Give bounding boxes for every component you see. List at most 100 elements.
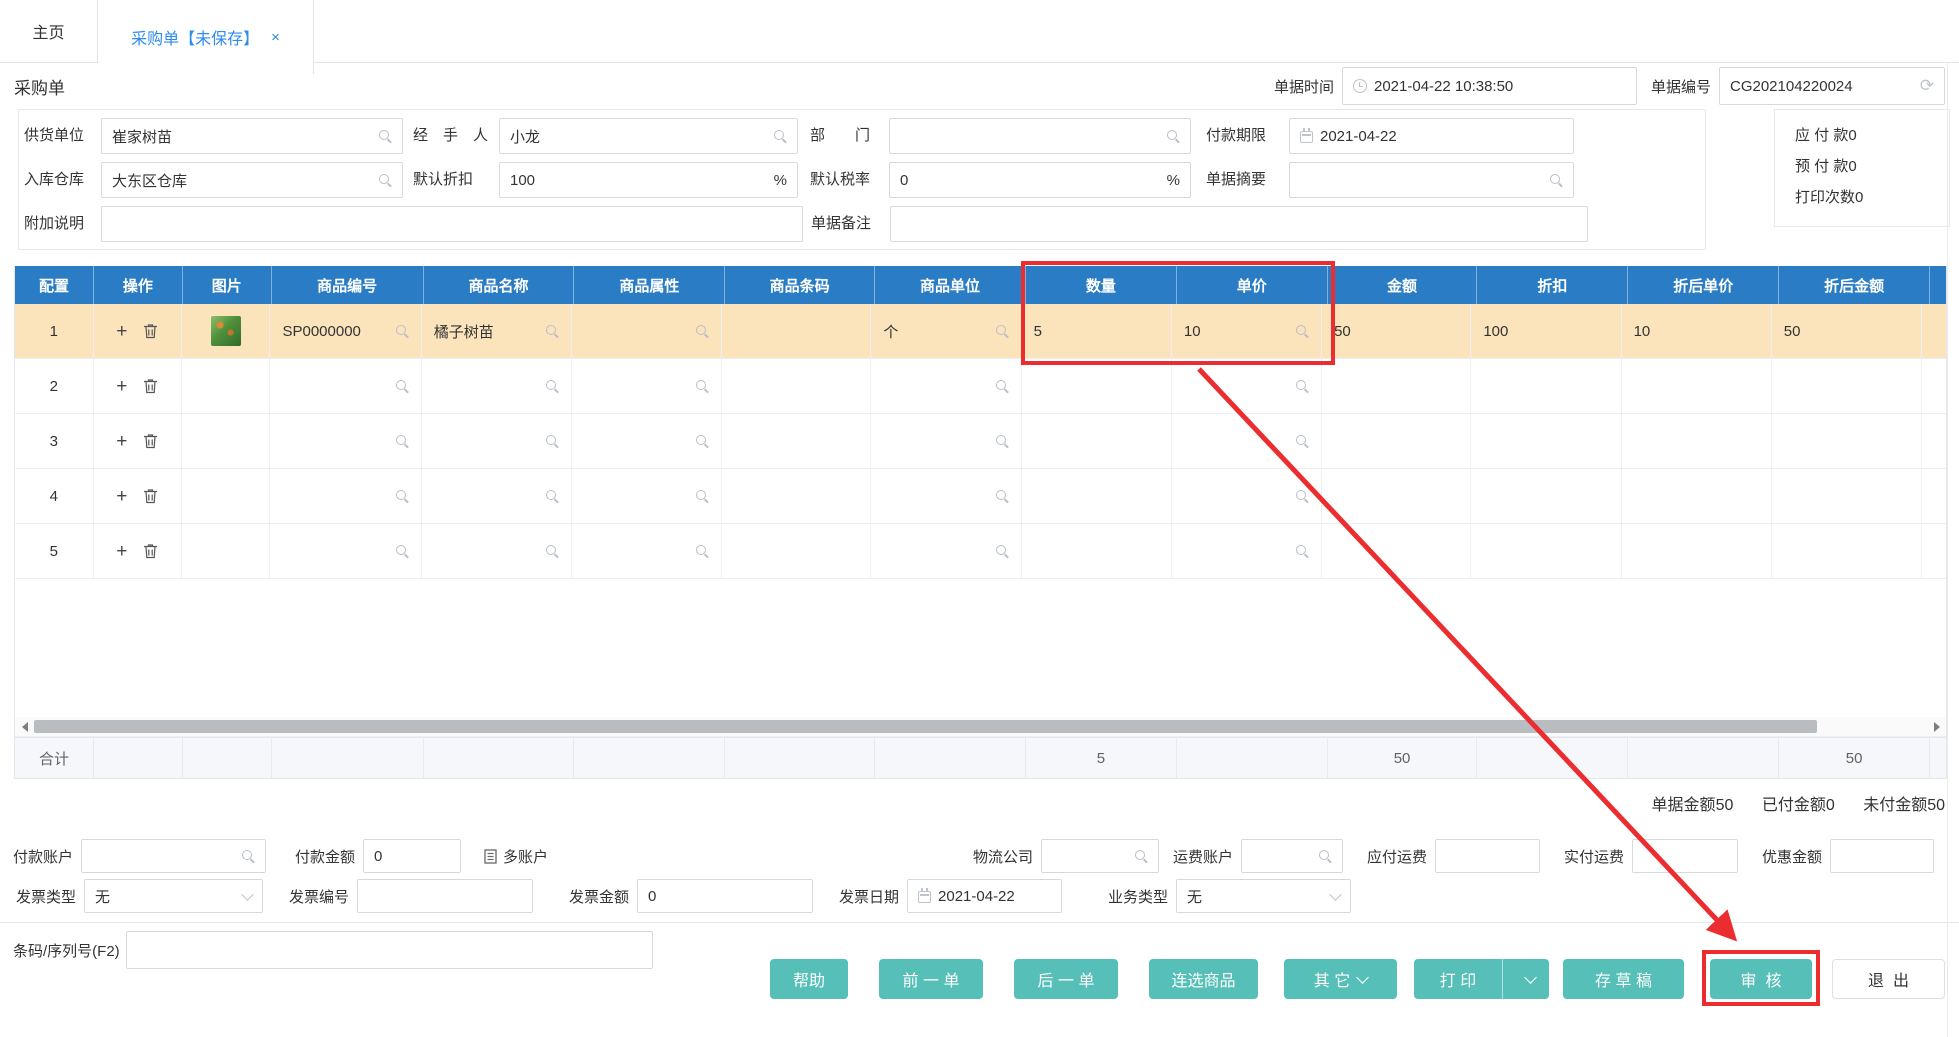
default-discount-field[interactable]: 100 % [499, 162, 798, 198]
search-icon[interactable] [1295, 489, 1309, 503]
cell-product-barcode[interactable] [722, 304, 872, 358]
add-row-icon[interactable] [116, 432, 127, 451]
search-icon[interactable] [995, 489, 1009, 503]
discount-amount-field[interactable] [1830, 839, 1935, 873]
cell-product-code[interactable] [270, 469, 422, 523]
search-icon[interactable] [395, 544, 409, 558]
cell-product-name[interactable] [422, 359, 572, 413]
cell-product-code[interactable] [270, 524, 422, 578]
cell-product-barcode[interactable] [722, 359, 872, 413]
add-row-icon[interactable] [116, 487, 127, 506]
cell-product-attr[interactable] [572, 414, 723, 468]
cell-amount[interactable] [1322, 359, 1472, 413]
save-draft-button[interactable]: 存 草 稿 [1563, 959, 1684, 999]
cell-product-barcode[interactable] [722, 414, 872, 468]
cell-discount[interactable] [1471, 524, 1622, 578]
cell-discount[interactable]: 100 [1471, 304, 1622, 358]
scroll-left-icon[interactable] [15, 717, 34, 736]
cell-discounted-amount[interactable] [1772, 469, 1923, 523]
cell-product-attr[interactable] [572, 524, 723, 578]
multi-select-product-button[interactable]: 连选商品 [1149, 959, 1258, 999]
cell-row-ops[interactable] [94, 469, 182, 523]
invoice-no-field[interactable] [357, 879, 534, 913]
cell-discounted-price[interactable] [1622, 359, 1772, 413]
search-icon[interactable] [395, 324, 409, 338]
default-tax-field[interactable]: 0 % [889, 162, 1191, 198]
cell-qty[interactable] [1022, 359, 1172, 413]
cell-price[interactable] [1172, 469, 1323, 523]
search-icon[interactable] [695, 489, 709, 503]
search-icon[interactable] [1318, 849, 1332, 863]
add-row-icon[interactable] [116, 322, 127, 341]
search-icon[interactable] [1295, 434, 1309, 448]
cell-price[interactable]: 10 [1172, 304, 1323, 358]
barcode-input[interactable] [125, 931, 653, 969]
doc-remark-field[interactable] [890, 206, 1588, 242]
print-button-label[interactable]: 打 印 [1414, 959, 1502, 999]
department-field[interactable] [889, 118, 1191, 154]
cell-discounted-amount[interactable] [1772, 524, 1923, 578]
cell-price[interactable] [1172, 414, 1323, 468]
logistics-field[interactable] [1041, 839, 1160, 873]
payment-account-field[interactable] [81, 839, 267, 873]
cell-amount[interactable] [1322, 414, 1472, 468]
prev-doc-button[interactable]: 前 一 单 [879, 959, 983, 999]
search-icon[interactable] [545, 489, 559, 503]
freight-paid-field[interactable] [1632, 839, 1739, 873]
search-icon[interactable] [395, 434, 409, 448]
invoice-amount-field[interactable]: 0 [637, 879, 814, 913]
search-icon[interactable] [995, 324, 1009, 338]
horizontal-scrollbar[interactable] [15, 717, 1946, 737]
due-date-field[interactable]: 2021-04-22 [1289, 118, 1574, 154]
cell-row-ops[interactable] [94, 304, 182, 358]
trash-icon[interactable] [143, 488, 158, 504]
cell-product-attr[interactable] [572, 359, 723, 413]
cell-price[interactable] [1172, 359, 1323, 413]
cell-discounted-price[interactable]: 10 [1622, 304, 1772, 358]
cell-product-barcode[interactable] [722, 469, 872, 523]
cell-product-attr[interactable] [572, 469, 723, 523]
cell-row-ops[interactable] [94, 524, 182, 578]
help-button[interactable]: 帮助 [770, 959, 848, 999]
cell-product-image[interactable] [182, 414, 271, 468]
add-row-icon[interactable] [116, 542, 127, 561]
search-icon[interactable] [1295, 544, 1309, 558]
search-icon[interactable] [1295, 379, 1309, 393]
scrollbar-thumb[interactable] [34, 720, 1817, 733]
cell-product-attr[interactable] [572, 304, 723, 358]
cell-discount[interactable] [1471, 469, 1622, 523]
cell-qty[interactable] [1022, 524, 1172, 578]
supplier-field[interactable]: 崔家树苗 [101, 118, 403, 154]
warehouse-field[interactable]: 大东区仓库 [101, 162, 403, 198]
search-icon[interactable] [695, 434, 709, 448]
cell-discount[interactable] [1471, 359, 1622, 413]
cell-product-name[interactable] [422, 469, 572, 523]
search-icon[interactable] [395, 379, 409, 393]
cell-amount[interactable] [1322, 469, 1472, 523]
cell-discounted-amount[interactable] [1772, 414, 1923, 468]
trash-icon[interactable] [143, 433, 158, 449]
biz-type-select[interactable]: 无 [1176, 879, 1352, 913]
search-icon[interactable] [241, 849, 255, 863]
doc-summary-field[interactable] [1289, 162, 1574, 198]
search-icon[interactable] [995, 434, 1009, 448]
cell-discounted-price[interactable] [1622, 469, 1772, 523]
cell-product-unit[interactable]: 个 [871, 304, 1022, 358]
cell-product-image[interactable] [182, 304, 271, 358]
trash-icon[interactable] [143, 378, 158, 394]
cell-row-ops[interactable] [94, 359, 182, 413]
trash-icon[interactable] [143, 543, 158, 559]
other-button[interactable]: 其 它 [1284, 959, 1397, 999]
cell-discounted-price[interactable] [1622, 524, 1772, 578]
search-icon[interactable] [1134, 849, 1148, 863]
search-icon[interactable] [1549, 173, 1563, 187]
cell-discount[interactable] [1471, 414, 1622, 468]
search-icon[interactable] [995, 379, 1009, 393]
extra-note-field[interactable] [101, 206, 803, 242]
search-icon[interactable] [545, 544, 559, 558]
cell-product-barcode[interactable] [722, 524, 872, 578]
print-button[interactable]: 打 印 [1414, 959, 1549, 999]
search-icon[interactable] [1166, 129, 1180, 143]
search-icon[interactable] [773, 129, 787, 143]
cell-product-code[interactable]: SP0000000 [270, 304, 422, 358]
